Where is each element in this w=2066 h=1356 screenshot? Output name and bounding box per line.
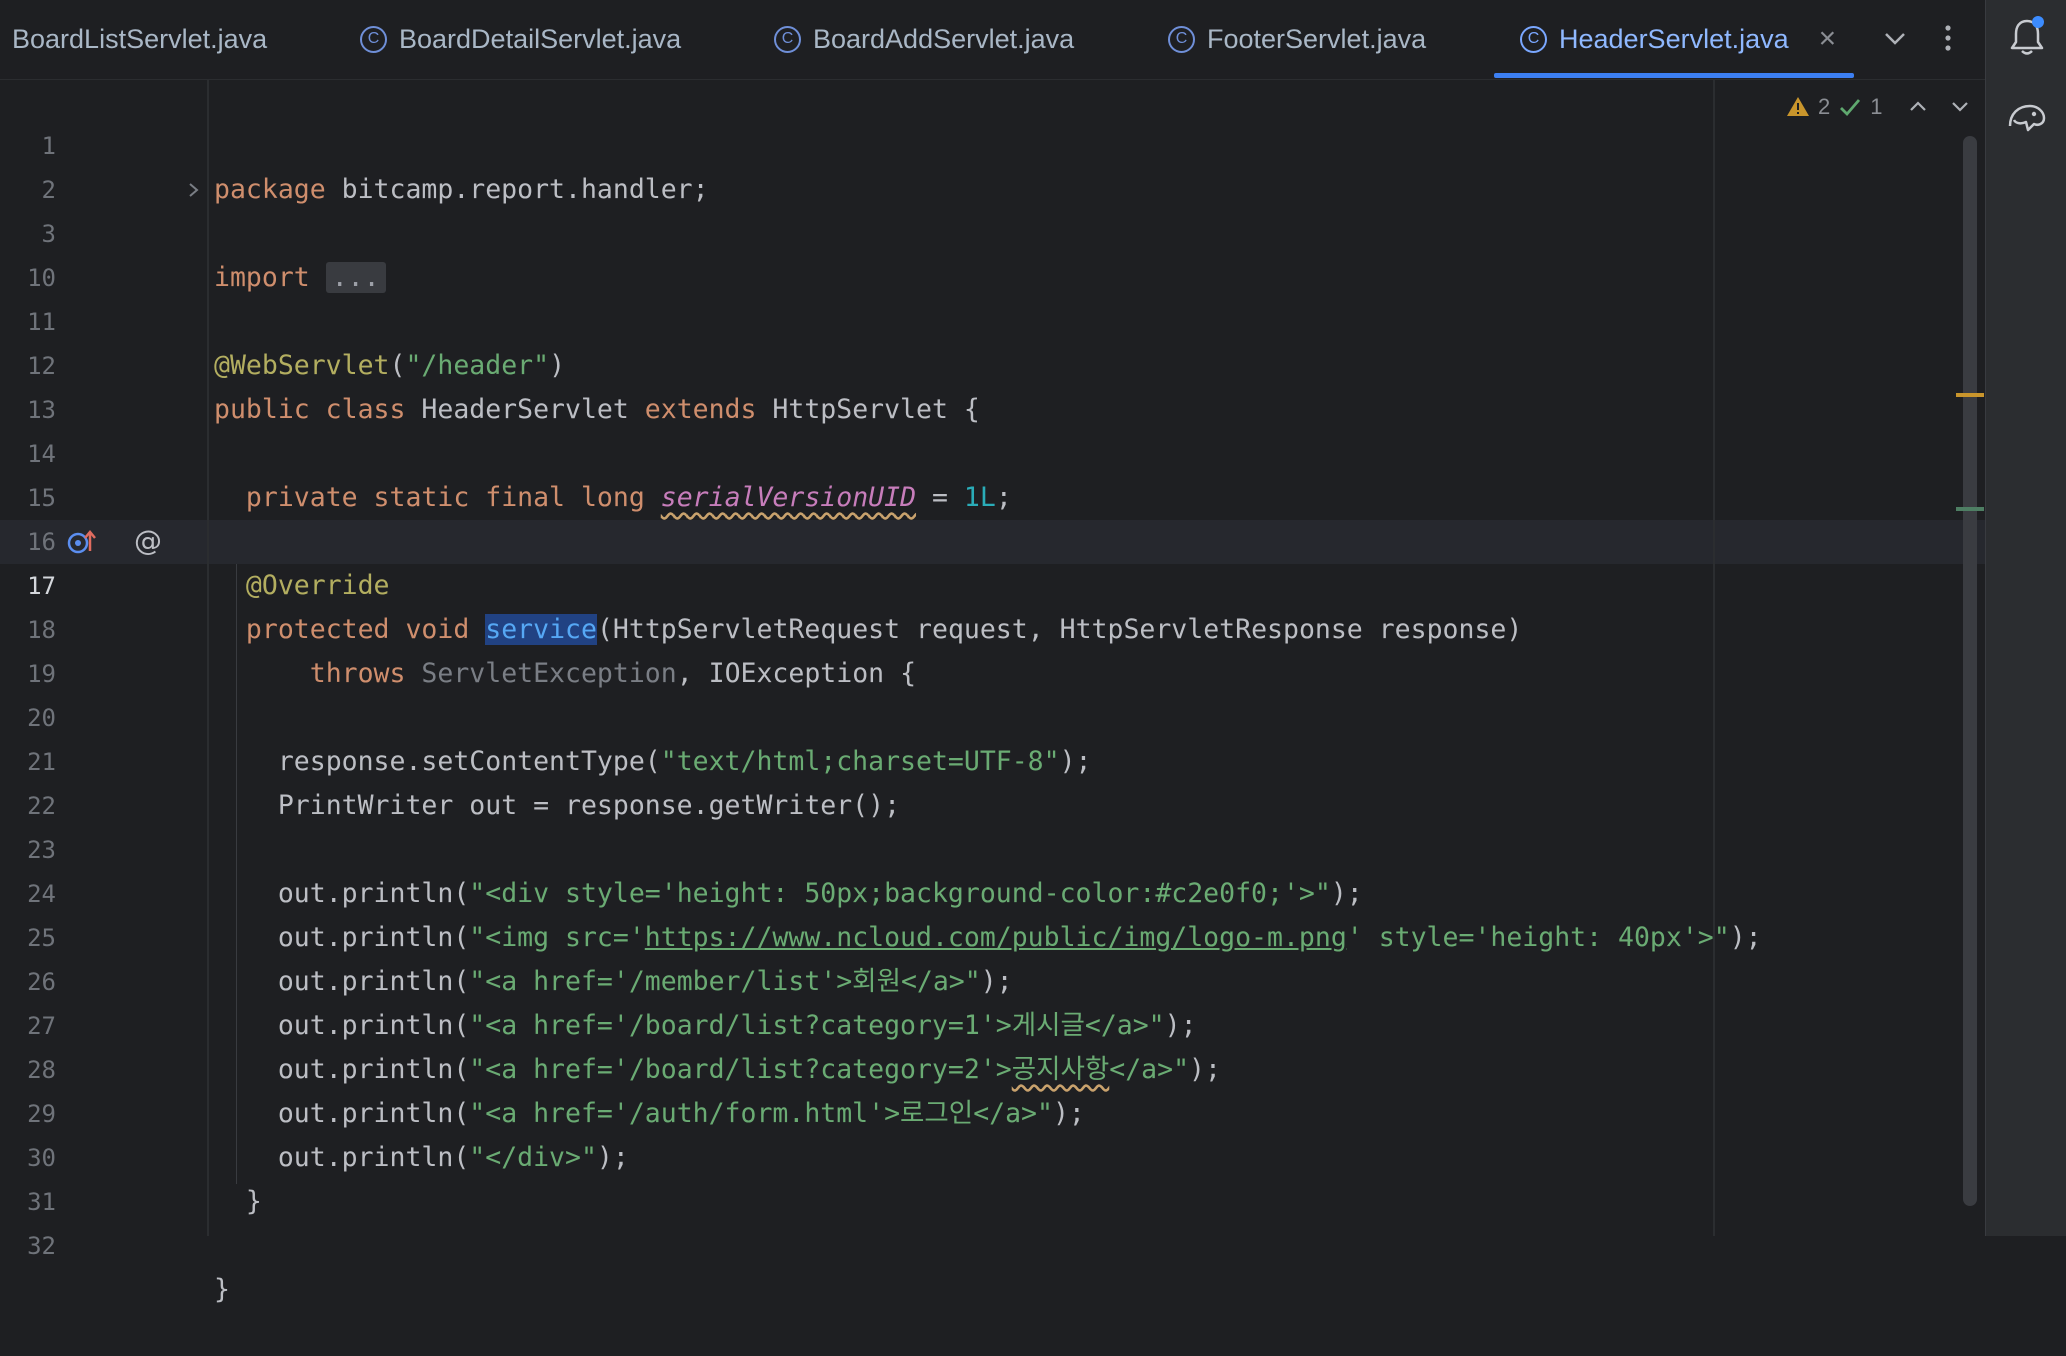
- warning-marker[interactable]: [1956, 393, 1984, 397]
- tab-label: BoardDetailServlet.java: [399, 23, 682, 54]
- inspection-widget[interactable]: 2 1: [1786, 90, 1883, 124]
- code-line: 3 import ...: [0, 168, 1700, 293]
- code-line: 1 package bitcamp.report.handler;: [0, 80, 1700, 205]
- class-icon: C: [774, 25, 801, 53]
- ai-assistant-icon[interactable]: [2004, 96, 2050, 138]
- tab-headerservlet[interactable]: C HeaderServlet.java ×: [1520, 0, 1836, 78]
- code-line: 11 @WebServlet("/header"): [0, 256, 1700, 381]
- code-line: 29 out.println("</div>");: [0, 1048, 1700, 1173]
- code-line: 13: [0, 344, 1700, 424]
- tab-label: HeaderServlet.java: [1559, 23, 1789, 54]
- ok-count: 1: [1870, 94, 1883, 119]
- vertical-scrollbar[interactable]: [1963, 136, 1977, 1206]
- chevron-down-icon[interactable]: [1878, 18, 1912, 58]
- code-line: 27 out.println("<a href='/board/list?cat…: [0, 960, 1700, 1085]
- class-icon: C: [360, 25, 387, 53]
- code-text: );: [1729, 922, 1762, 953]
- warning-count: 2: [1818, 94, 1831, 119]
- tab-label: BoardListServlet.java: [12, 23, 268, 54]
- tab-label: BoardAddServlet.java: [813, 23, 1075, 54]
- right-tool-strip: [1985, 0, 2066, 1236]
- code-line: 23 out.println("<div style='height: 50px…: [0, 784, 1700, 909]
- code-line: 30 }: [0, 1092, 1700, 1217]
- code-line: 21 PrintWriter out = response.getWriter(…: [0, 696, 1700, 821]
- tab-boarddetailservlet[interactable]: C BoardDetailServlet.java: [360, 0, 681, 78]
- class-icon: C: [1520, 25, 1547, 53]
- code-editor[interactable]: @ 1 package bitcamp.report.handler; 2 3 …: [0, 80, 1985, 1305]
- code-line: 31: [0, 1136, 1700, 1216]
- tab-footerservlet[interactable]: C FooterServlet.java: [1168, 0, 1426, 78]
- code-line: 24 out.println("<img src='https://www.nc…: [0, 828, 1762, 953]
- more-vertical-icon[interactable]: [1936, 18, 1960, 58]
- right-margin-guide: [1713, 80, 1715, 1236]
- code-line: 28 out.println("<a href='/auth/form.html…: [0, 1004, 1700, 1129]
- code-line: 20 response.setContentType("text/html;ch…: [0, 652, 1700, 777]
- check-icon: [1840, 99, 1861, 117]
- code-line: 18 throws ServletException, IOException …: [0, 564, 1700, 689]
- info-marker[interactable]: [1956, 507, 1984, 511]
- code-line: 10: [0, 212, 1700, 292]
- notification-badge: [2032, 16, 2044, 28]
- code-line: 26 out.println("<a href='/board/list?cat…: [0, 916, 1700, 1041]
- code-line: 32 }: [0, 1180, 1700, 1305]
- code-line: 22: [0, 740, 1700, 820]
- previous-highlight-icon[interactable]: [1906, 94, 1930, 118]
- code-line: 14 private static final long serialVersi…: [0, 388, 1700, 513]
- tab-boardaddservlet[interactable]: C BoardAddServlet.java: [774, 0, 1074, 78]
- code-line: 12 public class HeaderServlet extends Ht…: [0, 300, 1700, 425]
- code-line: 16 @Override: [0, 476, 1700, 601]
- close-tab-icon[interactable]: ×: [1819, 22, 1837, 56]
- code-line: 25 out.println("<a href='/member/list'>회…: [0, 872, 1700, 997]
- warning-icon: [1787, 97, 1809, 116]
- line-number: 32: [27, 1232, 56, 1260]
- editor-tab-bar: BoardListServlet.java C BoardDetailServl…: [0, 0, 1985, 81]
- tab-label: FooterServlet.java: [1207, 23, 1427, 54]
- code-line-current: 17 protected void service(HttpServletReq…: [0, 520, 1700, 645]
- closing-brace: }: [214, 1274, 230, 1305]
- class-icon: C: [1168, 25, 1195, 53]
- code-line: 19: [0, 608, 1700, 688]
- tab-boardlistservlet[interactable]: BoardListServlet.java: [12, 0, 267, 78]
- next-highlight-icon[interactable]: [1948, 94, 1972, 118]
- code-line: 2: [0, 124, 1700, 204]
- code-line: 15: [0, 432, 1700, 512]
- active-tab-indicator: [1494, 73, 1854, 78]
